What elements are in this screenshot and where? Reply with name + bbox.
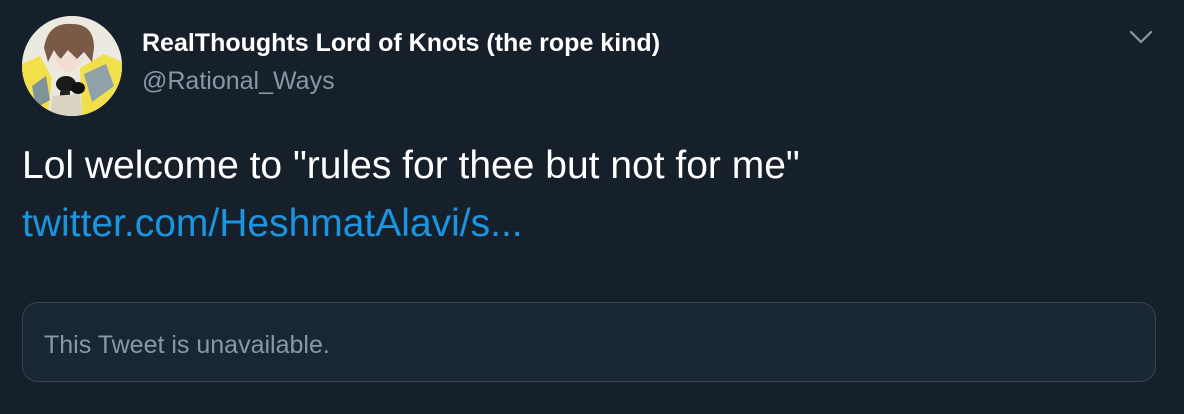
avatar[interactable] xyxy=(22,16,122,116)
anime-avatar-icon xyxy=(22,16,122,116)
quoted-tweet-card[interactable]: This Tweet is unavailable. xyxy=(22,302,1156,382)
author-handle[interactable]: @Rational_Ways xyxy=(142,65,335,97)
author-display-name[interactable]: RealThoughts Lord of Knots (the rope kin… xyxy=(142,27,660,59)
quoted-tweet-unavailable-text: This Tweet is unavailable. xyxy=(44,331,330,359)
chevron-down-icon[interactable] xyxy=(1126,22,1156,52)
tweet: RealThoughts Lord of Knots (the rope kin… xyxy=(0,0,1184,414)
tweet-link[interactable]: twitter.com/HeshmatAlavi/s... xyxy=(22,198,523,250)
tweet-text: Lol welcome to "rules for thee but not f… xyxy=(22,144,800,187)
